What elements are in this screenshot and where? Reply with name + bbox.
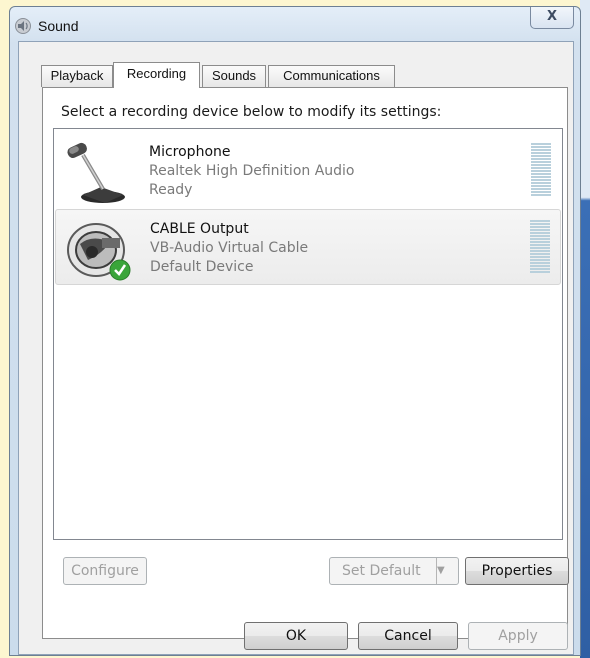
tab-recording[interactable]: Recording: [113, 62, 200, 88]
desktop-background-strip: [580, 0, 590, 658]
device-driver: VB-Audio Virtual Cable: [150, 240, 309, 256]
window-title: Sound: [38, 18, 79, 34]
tab-communications[interactable]: Communications: [268, 65, 395, 87]
chevron-down-icon[interactable]: ▼: [436, 558, 458, 584]
microphone-icon: [67, 142, 125, 203]
set-default-button[interactable]: Set Default ▼: [329, 557, 459, 585]
dialog-body: Playback Recording Sounds Communications…: [18, 41, 574, 655]
cancel-button[interactable]: Cancel: [358, 622, 458, 650]
sound-dialog: Sound X Playback Recording Sounds Commun…: [9, 6, 581, 656]
speaker-icon: [15, 18, 31, 34]
device-status: Ready: [149, 182, 193, 198]
recording-tab-panel: Select a recording device below to modif…: [42, 87, 569, 639]
level-meter: [531, 143, 551, 197]
cable-device-icon: [67, 223, 131, 281]
device-name: Microphone: [149, 144, 231, 160]
properties-button[interactable]: Properties: [465, 557, 569, 585]
device-list[interactable]: Microphone Realtek High Definition Audio…: [53, 128, 563, 540]
device-item-cable-output[interactable]: CABLE Output VB-Audio Virtual Cable Defa…: [55, 209, 561, 285]
instruction-text: Select a recording device below to modif…: [61, 104, 442, 120]
close-button[interactable]: X: [530, 7, 574, 29]
title-bar[interactable]: Sound X: [10, 7, 580, 41]
tab-sounds[interactable]: Sounds: [202, 65, 266, 87]
apply-button[interactable]: Apply: [468, 622, 568, 650]
close-icon: X: [546, 9, 558, 24]
configure-button[interactable]: Configure: [63, 557, 147, 585]
device-status: Default Device: [150, 259, 254, 275]
device-driver: Realtek High Definition Audio: [149, 163, 355, 179]
device-item-microphone[interactable]: Microphone Realtek High Definition Audio…: [55, 133, 561, 209]
level-meter: [530, 220, 550, 274]
tab-playback[interactable]: Playback: [41, 65, 113, 87]
default-check-icon: [109, 259, 131, 281]
device-name: CABLE Output: [150, 221, 249, 237]
ok-button[interactable]: OK: [244, 622, 348, 650]
set-default-label: Set Default: [342, 563, 421, 579]
